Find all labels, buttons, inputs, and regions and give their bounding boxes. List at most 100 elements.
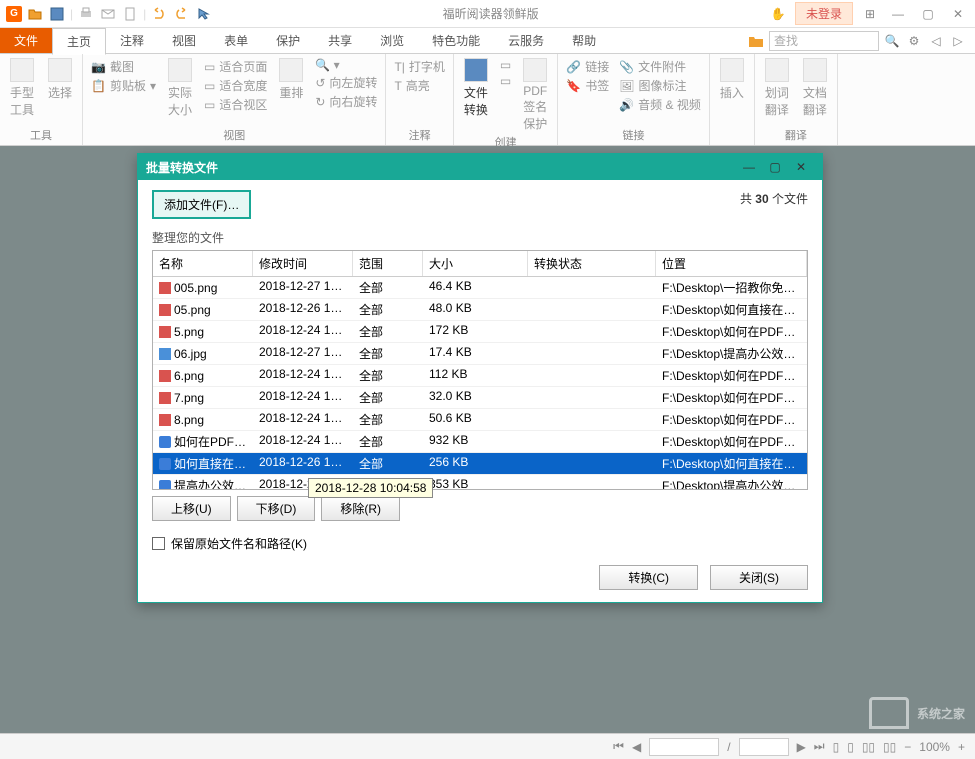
convert-button[interactable]: 转换(C) (599, 565, 698, 590)
file-type-icon (159, 282, 171, 294)
fit-width-button[interactable]: ▭ 适合宽度 (204, 77, 267, 94)
audio-video-button[interactable]: 🔊 音频 & 视频 (619, 96, 701, 113)
dialog-close-button[interactable]: ✕ (788, 160, 814, 174)
select-tool-button[interactable]: 选择 (46, 58, 74, 118)
apps-icon[interactable]: ⊞ (861, 5, 879, 23)
file-type-icon (159, 436, 171, 448)
table-row[interactable]: 5.png2018-12-24 1…全部172 KBF:\Desktop\如何在… (153, 321, 807, 343)
maximize-button[interactable]: ▢ (917, 3, 939, 25)
menu-tabs: 文件 主页 注释 视图 表单 保护 共享 浏览 特色功能 云服务 帮助 查找 🔍… (0, 28, 975, 54)
tab-comment[interactable]: 注释 (106, 28, 158, 53)
image-annot-button[interactable]: 🖼 图像标注 (619, 77, 701, 94)
hand-icon[interactable]: ✋ (769, 5, 787, 23)
folder-search-icon[interactable] (747, 32, 765, 50)
tab-browse[interactable]: 浏览 (366, 28, 418, 53)
move-down-button[interactable]: 下移(D) (237, 496, 316, 521)
view-two-icon[interactable]: ▯▯ (862, 740, 875, 754)
table-header[interactable]: 名称 修改时间 范围 大小 转换状态 位置 (153, 251, 807, 277)
zoom-level[interactable]: 100% (919, 740, 950, 754)
keep-path-label: 保留原始文件名和路径(K) (171, 535, 307, 552)
tab-help[interactable]: 帮助 (558, 28, 610, 53)
table-row[interactable]: 如何在PDF…2018-12-24 1…全部932 KBF:\Desktop\如… (153, 431, 807, 453)
table-row[interactable]: 6.png2018-12-24 1…全部112 KBF:\Desktop\如何在… (153, 365, 807, 387)
insert-button[interactable]: 插入 (718, 58, 746, 101)
first-page-icon[interactable]: ⏮ (613, 739, 624, 754)
open-icon[interactable] (26, 5, 44, 23)
rotate-left-button[interactable]: ↺ 向左旋转 (315, 74, 377, 91)
last-page-icon[interactable]: ⏭ (814, 739, 825, 754)
dialog-maximize-button[interactable]: ▢ (762, 160, 788, 174)
dialog-titlebar[interactable]: 批量转换文件 — ▢ ✕ (138, 154, 822, 180)
tab-home[interactable]: 主页 (52, 28, 106, 55)
statusbar: ⏮ ◀ / ▶ ⏭ ▯ ▯ ▯▯ ▯▯ − 100% + (0, 733, 975, 759)
page-input[interactable] (649, 738, 719, 756)
file-count: 共 30 个文件 (740, 190, 808, 207)
mail-icon[interactable] (99, 5, 117, 23)
tab-form[interactable]: 表单 (210, 28, 262, 53)
view-continuous-icon[interactable]: ▯ (847, 740, 854, 754)
tab-file[interactable]: 文件 (0, 28, 52, 53)
clipboard-button[interactable]: 📋 剪贴板 ▾ (91, 77, 156, 94)
search-input[interactable]: 查找 (769, 31, 879, 51)
actual-size-button[interactable]: 实际 大小 (166, 58, 194, 118)
cursor-dropdown-icon[interactable] (194, 5, 212, 23)
tab-protect[interactable]: 保护 (262, 28, 314, 53)
prev-page-icon[interactable]: ◀ (632, 740, 641, 754)
screenshot-button[interactable]: 📷 截图 (91, 58, 156, 75)
word-translate-button[interactable]: 划词 翻译 (763, 58, 791, 118)
redo-icon[interactable] (172, 5, 190, 23)
zoom-out-icon[interactable]: − (904, 740, 911, 754)
login-button[interactable]: 未登录 (795, 2, 853, 25)
fit-visible-button[interactable]: ▭ 适合视区 (204, 96, 267, 113)
zoom-dropdown[interactable]: 🔍 ▾ (315, 58, 377, 72)
typewriter-button[interactable]: T| 打字机 (394, 58, 444, 75)
file-type-icon (159, 392, 171, 404)
organize-label: 整理您的文件 (152, 229, 808, 246)
search-icon[interactable]: 🔍 (883, 32, 901, 50)
file-type-icon (159, 348, 171, 360)
file-convert-button[interactable]: 文件 转换 (462, 58, 490, 132)
rotate-right-button[interactable]: ↻ 向右旋转 (315, 93, 377, 110)
view-cont-two-icon[interactable]: ▯▯ (883, 740, 896, 754)
app-title: 福昕阅读器领鲜版 (212, 5, 769, 22)
new-icon[interactable] (121, 5, 139, 23)
undo-icon[interactable] (150, 5, 168, 23)
close-dialog-button[interactable]: 关闭(S) (710, 565, 808, 590)
hand-tool-button[interactable]: 手型 工具 (8, 58, 36, 118)
add-file-button[interactable]: 添加文件(F)… (152, 190, 251, 219)
bookmark-button[interactable]: 🔖 书签 (566, 77, 609, 94)
reflow-button[interactable]: 重排 (277, 58, 305, 118)
highlight-button[interactable]: T 高亮 (394, 77, 444, 94)
tab-view[interactable]: 视图 (158, 28, 210, 53)
doc-translate-button[interactable]: 文档 翻译 (801, 58, 829, 118)
attachment-button[interactable]: 📎 文件附件 (619, 58, 701, 75)
nav-prev-icon[interactable]: ◁ (927, 32, 945, 50)
keep-path-checkbox[interactable] (152, 537, 165, 550)
zoom-in-icon[interactable]: + (958, 740, 965, 754)
pdf-sign-button[interactable]: PDF 签名 保护 (521, 58, 549, 132)
remove-button[interactable]: 移除(R) (321, 496, 400, 521)
dialog-minimize-button[interactable]: — (736, 160, 762, 174)
table-row[interactable]: 8.png2018-12-24 1…全部50.6 KBF:\Desktop\如何… (153, 409, 807, 431)
table-row[interactable]: 005.png2018-12-27 1…全部46.4 KBF:\Desktop\… (153, 277, 807, 299)
table-row[interactable]: 05.png2018-12-26 1…全部48.0 KBF:\Desktop\如… (153, 299, 807, 321)
table-row[interactable]: 06.jpg2018-12-27 1…全部17.4 KBF:\Desktop\提… (153, 343, 807, 365)
minimize-button[interactable]: — (887, 3, 909, 25)
save-icon[interactable] (48, 5, 66, 23)
move-up-button[interactable]: 上移(U) (152, 496, 231, 521)
tab-share[interactable]: 共享 (314, 28, 366, 53)
date-tooltip: 2018-12-28 10:04:58 (308, 478, 433, 498)
close-button[interactable]: ✕ (947, 3, 969, 25)
gear-icon[interactable]: ⚙ (905, 32, 923, 50)
tab-cloud[interactable]: 云服务 (494, 28, 558, 53)
table-row[interactable]: 7.png2018-12-24 1…全部32.0 KBF:\Desktop\如何… (153, 387, 807, 409)
tab-special[interactable]: 特色功能 (418, 28, 494, 53)
fit-page-button[interactable]: ▭ 适合页面 (204, 58, 267, 75)
nav-next-icon[interactable]: ▷ (949, 32, 967, 50)
table-row[interactable]: 提高办公效…2018-12-28 1…全部353 KBF:\Desktop\提高… (153, 475, 807, 490)
print-icon[interactable] (77, 5, 95, 23)
next-page-icon[interactable]: ▶ (797, 740, 806, 754)
view-single-icon[interactable]: ▯ (833, 740, 840, 754)
link-button[interactable]: 🔗 链接 (566, 58, 609, 75)
table-row[interactable]: 如何直接在…2018-12-26 1…全部256 KBF:\Desktop\如何… (153, 453, 807, 475)
